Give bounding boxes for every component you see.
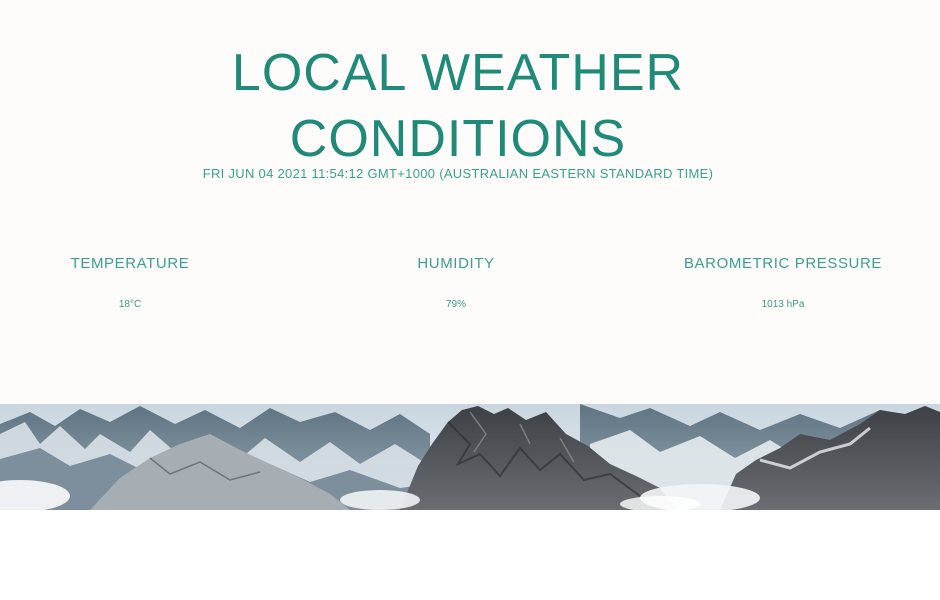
pressure-metric: BAROMETRIC PRESSURE 1013 hPa (653, 254, 913, 310)
page-title-line-2: CONDITIONS (289, 110, 627, 168)
mountain-illustration (0, 404, 940, 510)
pressure-value: 1013 hPa (761, 299, 805, 310)
humidity-metric: HUMIDITY 79% (326, 254, 586, 310)
page-title-line-1: LOCAL WEATHER (231, 44, 685, 102)
timestamp: FRI JUN 04 2021 11:54:12 GMT+1000 (AUSTR… (202, 166, 714, 181)
temperature-value: 18°C (118, 299, 142, 310)
humidity-label: HUMIDITY (417, 255, 495, 272)
mountain-banner-image (0, 404, 940, 510)
temperature-metric: TEMPERATURE 18°C (0, 254, 260, 310)
pressure-label: BAROMETRIC PRESSURE (683, 255, 883, 272)
humidity-value: 79% (445, 299, 466, 310)
page-title: LOCAL WEATHER CONDITIONS (0, 40, 916, 172)
temperature-label: TEMPERATURE (70, 255, 190, 272)
